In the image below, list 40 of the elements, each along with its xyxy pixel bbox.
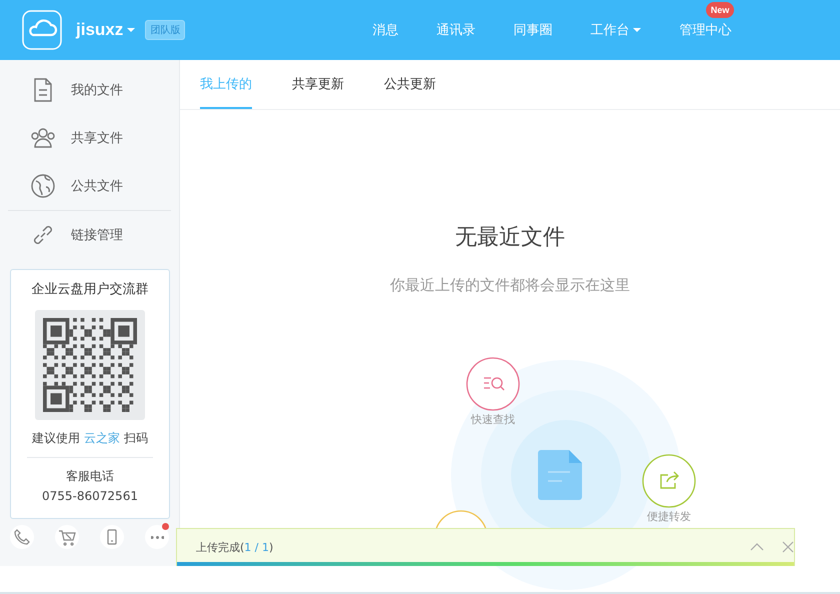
empty-subtitle: 你最近上传的文件都将会显示在这里	[390, 276, 630, 295]
cloud-logo-icon	[22, 10, 62, 50]
list-search-icon[interactable]	[466, 357, 520, 411]
nav-link[interactable]: 同事圈	[513, 21, 552, 39]
qr-code-icon	[43, 318, 137, 412]
empty-title: 无最近文件	[455, 224, 565, 252]
phone-icon	[13, 528, 31, 546]
collapse-icon[interactable]	[750, 542, 764, 552]
globe-icon	[30, 173, 56, 199]
cart-icon	[58, 528, 76, 546]
cart-button[interactable]	[55, 525, 79, 549]
tab[interactable]: 公共更新	[384, 60, 436, 109]
document-icon	[538, 450, 582, 500]
more-icon	[150, 536, 164, 538]
service-label: 客服电话	[66, 468, 114, 485]
sidebar-item[interactable]: 我的文件	[0, 66, 179, 114]
sidebar-item[interactable]: 公共文件	[0, 162, 179, 210]
sidebar-item[interactable]: 链接管理	[0, 211, 179, 259]
nav-link[interactable]: 管理中心	[679, 21, 732, 39]
mobile-button[interactable]	[100, 525, 124, 549]
card-title: 企业云盘用户交流群	[32, 281, 148, 298]
nav-link[interactable]: 消息	[372, 21, 398, 39]
close-icon[interactable]	[782, 541, 794, 553]
sidebar-item[interactable]: 共享文件	[0, 114, 179, 162]
service-phone: 0755-86072561	[42, 488, 138, 505]
nav-link[interactable]: 通讯录	[436, 21, 476, 39]
upload-status: 上传完成(1 / 1)	[196, 540, 274, 554]
phone-button[interactable]	[10, 525, 34, 549]
share-icon[interactable]	[642, 454, 696, 508]
more-button[interactable]	[145, 525, 169, 549]
user-menu[interactable]: jisuxz	[76, 20, 136, 40]
feature-label: 快速查找	[471, 412, 515, 427]
scan-hint: 建议使用 云之家 扫码	[32, 430, 148, 447]
feature-label: 便捷转发	[647, 509, 691, 524]
tab[interactable]: 我上传的	[200, 60, 252, 109]
edition-badge: 团队版	[145, 20, 186, 40]
new-badge: New	[706, 2, 734, 18]
tab[interactable]: 共享更新	[292, 60, 344, 109]
app-link[interactable]: 云之家	[84, 431, 120, 445]
nav-link[interactable]: 工作台	[590, 21, 642, 39]
